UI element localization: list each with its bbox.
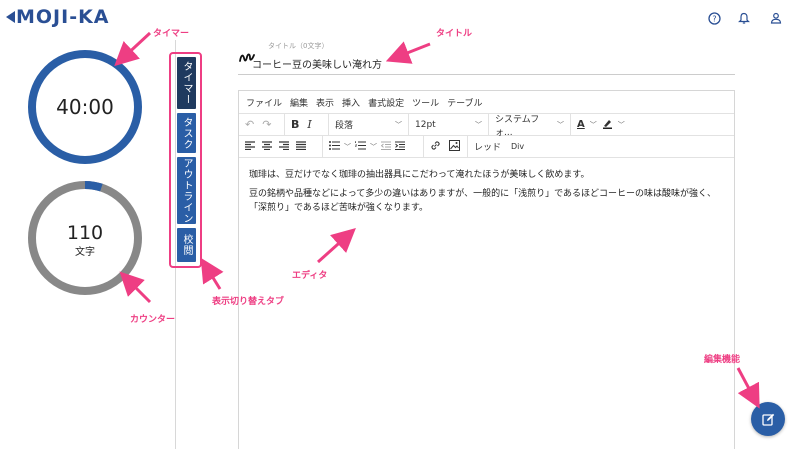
help-icon[interactable]: ?	[706, 10, 722, 26]
editor-paragraph-1: 珈琲は、豆だけでなく珈琲の抽出器具にこだわって淹れたほうが美味しく飲めます。	[249, 170, 590, 180]
redo-icon[interactable]: ↷	[262, 118, 271, 131]
annotation-tabs: 表示切り替えタブ	[212, 297, 285, 307]
annotation-edit: 編集機能	[704, 355, 741, 365]
tab-proofread[interactable]: 校閲	[177, 228, 196, 262]
bullet-list-icon[interactable]	[329, 140, 340, 153]
image-icon[interactable]	[449, 139, 460, 154]
logo-text: MOJI-KA	[16, 6, 110, 28]
tab-outline[interactable]: アウトライン	[177, 157, 196, 224]
menu-table[interactable]: テーブル	[447, 96, 482, 109]
menu-tools[interactable]: ツール	[412, 96, 439, 109]
menu-file[interactable]: ファイル	[246, 96, 282, 109]
editor-content[interactable]: 珈琲は、豆だけでなく珈琲の抽出器具にこだわって淹れたほうが美味しく飲めます。 豆…	[239, 157, 734, 230]
chevron-down-icon[interactable]: ﹀	[370, 142, 377, 152]
app-logo[interactable]: MOJI-KA	[6, 6, 110, 28]
counter-value: 110	[66, 222, 104, 244]
chevron-down-icon: ﹀	[557, 120, 564, 129]
editor-paragraph-2: 豆の銘柄や品種などによって多少の違いはありますが、一般的に「浅煎り」であるほどコ…	[249, 189, 717, 213]
annotation-editor: エディタ	[292, 271, 328, 281]
align-right-icon[interactable]	[279, 140, 289, 153]
counter-ring: 110 文字	[27, 180, 143, 296]
menu-view[interactable]: 表示	[316, 96, 334, 109]
block-format-value: 段落	[335, 121, 354, 131]
title-input[interactable]: コーヒー豆の美味しい淹れ方	[252, 56, 382, 71]
annotation-title: タイトル	[436, 29, 473, 39]
timer-ring: 40:00	[27, 49, 143, 165]
annotation-timer: タイマー	[153, 29, 190, 39]
bold-button[interactable]: B	[291, 118, 299, 131]
timer-value: 40:00	[56, 95, 114, 119]
chevron-down-icon[interactable]: ﹀	[590, 120, 597, 130]
user-icon[interactable]	[768, 10, 784, 26]
numbered-list-icon[interactable]	[354, 140, 366, 153]
font-size-value: 12pt	[415, 119, 436, 130]
counter-unit: 文字	[75, 247, 95, 258]
bell-icon[interactable]	[736, 10, 752, 26]
title-char-count: タイトル（0文字）	[268, 42, 329, 50]
title-underline	[238, 74, 735, 75]
chevron-down-icon: ﹀	[395, 120, 402, 129]
div-button[interactable]: Div	[511, 142, 524, 151]
chevron-down-icon[interactable]: ﹀	[618, 120, 625, 130]
editor-toolbar-1: ↶ ↷ B I 段落 ﹀ 12pt ﹀ システムフォ... ﹀ A ﹀ ﹀	[239, 113, 734, 138]
font-size-select[interactable]: 12pt ﹀	[409, 114, 489, 135]
undo-icon[interactable]: ↶	[245, 118, 254, 131]
indent-icon[interactable]	[395, 140, 405, 153]
logo-arrow-icon	[6, 11, 15, 23]
annotation-counter: カウンター	[130, 315, 176, 325]
menu-insert[interactable]: 挿入	[342, 96, 360, 109]
left-panel: 40:00 110 文字	[0, 40, 176, 449]
font-family-select[interactable]: システムフォ... ﹀	[489, 114, 571, 138]
color-red-button[interactable]: レッド	[474, 140, 501, 153]
edit-fab-button[interactable]	[751, 402, 785, 436]
edit-icon	[761, 413, 774, 426]
block-format-select[interactable]: 段落 ﹀	[329, 114, 409, 135]
outdent-icon[interactable]	[380, 140, 391, 153]
align-left-icon[interactable]	[245, 140, 255, 153]
font-family-value: システムフォ...	[495, 114, 540, 138]
svg-text:?: ?	[712, 14, 716, 23]
tab-timer[interactable]: タイマー	[177, 57, 196, 109]
menu-format[interactable]: 書式設定	[368, 96, 404, 109]
text-color-icon[interactable]: A	[577, 119, 585, 130]
align-justify-icon[interactable]	[296, 140, 306, 153]
editor-toolbar-2: ﹀ ﹀ レッド Div	[239, 135, 734, 157]
align-center-icon[interactable]	[262, 140, 272, 153]
editor-menubar: ファイル 編集 表示 挿入 書式設定 ツール テーブル	[239, 91, 734, 113]
chevron-down-icon[interactable]: ﹀	[344, 142, 351, 152]
italic-button[interactable]: I	[307, 118, 311, 131]
view-switch-tabs: タイマー タスク アウトライン 校閲	[169, 52, 202, 268]
link-icon[interactable]	[430, 140, 441, 154]
highlight-color-icon[interactable]	[602, 118, 613, 132]
tab-task[interactable]: タスク	[177, 113, 196, 153]
chevron-down-icon: ﹀	[475, 120, 482, 129]
menu-edit[interactable]: 編集	[290, 96, 308, 109]
